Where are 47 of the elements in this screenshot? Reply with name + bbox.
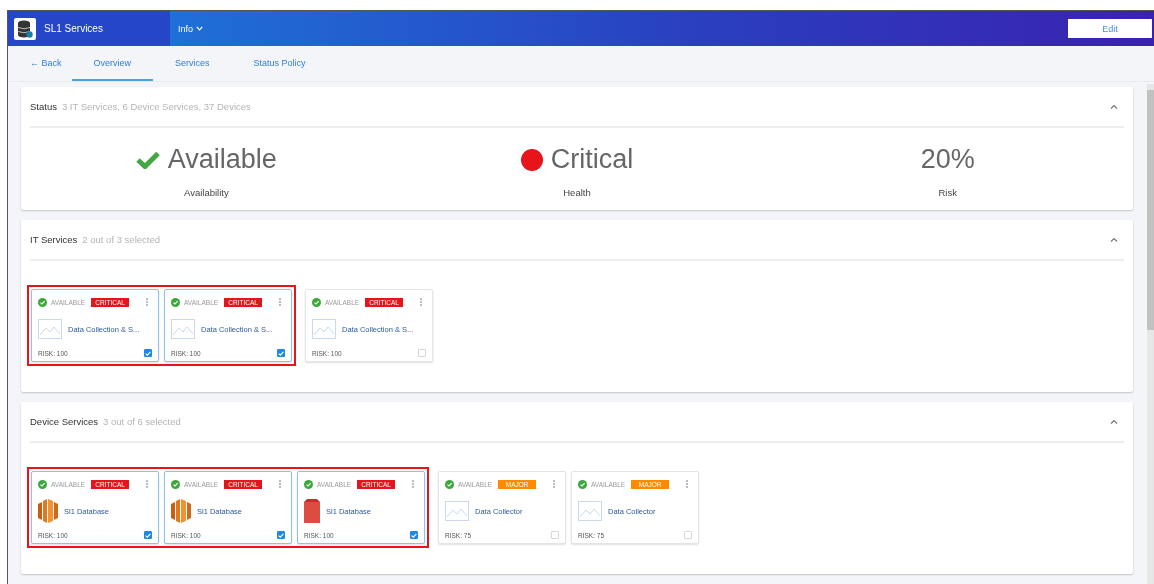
metric-value: Critical [550, 144, 634, 175]
storage-box-icon [304, 499, 320, 523]
panel-subtitle: 3 IT Services, 6 Device Services, 37 Devices [61, 101, 251, 112]
image-placeholder-icon [38, 319, 62, 339]
check-circle-icon [38, 297, 47, 307]
collapse-icon[interactable] [1110, 237, 1118, 242]
metric-value: 20% [920, 144, 975, 175]
metric-label: Availability [183, 187, 229, 198]
checkmark-icon [135, 150, 160, 169]
edit-button[interactable]: Edit [1068, 19, 1152, 38]
tab[interactable]: Services [153, 46, 232, 81]
checkbox[interactable] [410, 531, 418, 539]
check-circle-icon [304, 479, 313, 489]
scrollbar[interactable] [1147, 84, 1154, 584]
check-circle-icon [171, 297, 180, 307]
image-placeholder-icon [171, 319, 195, 339]
panel-subtitle: 3 out of 6 selected [103, 416, 181, 427]
tab[interactable]: ← Back [20, 46, 72, 81]
info-menu[interactable]: Info [178, 23, 203, 34]
check-circle-icon [38, 479, 47, 489]
checkbox[interactable] [144, 531, 152, 539]
image-placeholder-icon [312, 319, 336, 339]
check-circle-icon [171, 479, 180, 489]
check-circle-icon [578, 479, 587, 489]
tab[interactable]: Status Policy [231, 46, 328, 81]
checkbox[interactable] [277, 531, 285, 539]
collapse-icon[interactable] [1110, 104, 1118, 109]
panel-title: Status [30, 101, 57, 112]
metric-value: Available [167, 144, 277, 175]
image-placeholder-icon [578, 501, 602, 521]
metric-label: Health [563, 187, 591, 198]
database-icon [14, 17, 36, 40]
chevron-down-icon [196, 26, 203, 31]
checkbox[interactable] [144, 349, 152, 357]
check-circle-icon [445, 479, 454, 489]
check-circle-icon [312, 297, 321, 307]
image-placeholder-icon [445, 501, 469, 521]
metric-label: Risk [938, 187, 957, 198]
collapse-icon[interactable] [1110, 419, 1118, 424]
checkbox[interactable] [277, 349, 285, 357]
panel-title: Device Services [30, 416, 99, 427]
tab[interactable]: Overview [71, 46, 154, 81]
app-title: SL1 Services [44, 23, 103, 34]
panel-title: IT Services [30, 234, 78, 245]
stacked-server-icon [171, 499, 191, 523]
panel-subtitle: 2 out of 3 selected [82, 234, 160, 245]
stacked-server-icon [38, 499, 58, 523]
